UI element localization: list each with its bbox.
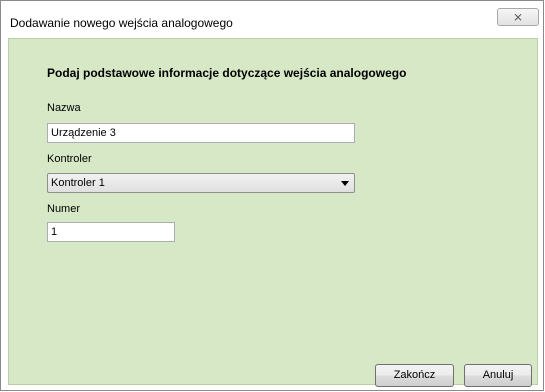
finish-button[interactable]: Zakończ bbox=[375, 364, 454, 387]
form-heading: Podaj podstawowe informacje dotyczące we… bbox=[47, 66, 407, 80]
cancel-button[interactable]: Anuluj bbox=[464, 364, 532, 387]
dropdown-arrow-icon bbox=[341, 181, 349, 186]
close-icon: ⨯ bbox=[512, 10, 524, 24]
number-label: Numer bbox=[47, 203, 81, 215]
title-bar: Dodawanie nowego wejścia analogowego ⨯ bbox=[1, 1, 543, 37]
number-input[interactable]: 1 bbox=[47, 222, 175, 242]
controller-select[interactable]: Kontroler 1 bbox=[47, 173, 355, 193]
name-label: Nazwa bbox=[47, 102, 81, 114]
dialog-window: Dodawanie nowego wejścia analogowego ⨯ P… bbox=[0, 0, 544, 391]
controller-label: Kontroler bbox=[47, 153, 92, 165]
name-input[interactable]: Urządzenie 3 bbox=[47, 123, 355, 143]
controller-select-value: Kontroler 1 bbox=[51, 177, 105, 189]
window-title: Dodawanie nowego wejścia analogowego bbox=[10, 16, 233, 30]
close-button[interactable]: ⨯ bbox=[497, 8, 539, 26]
content-panel: Podaj podstawowe informacje dotyczące we… bbox=[8, 38, 538, 387]
